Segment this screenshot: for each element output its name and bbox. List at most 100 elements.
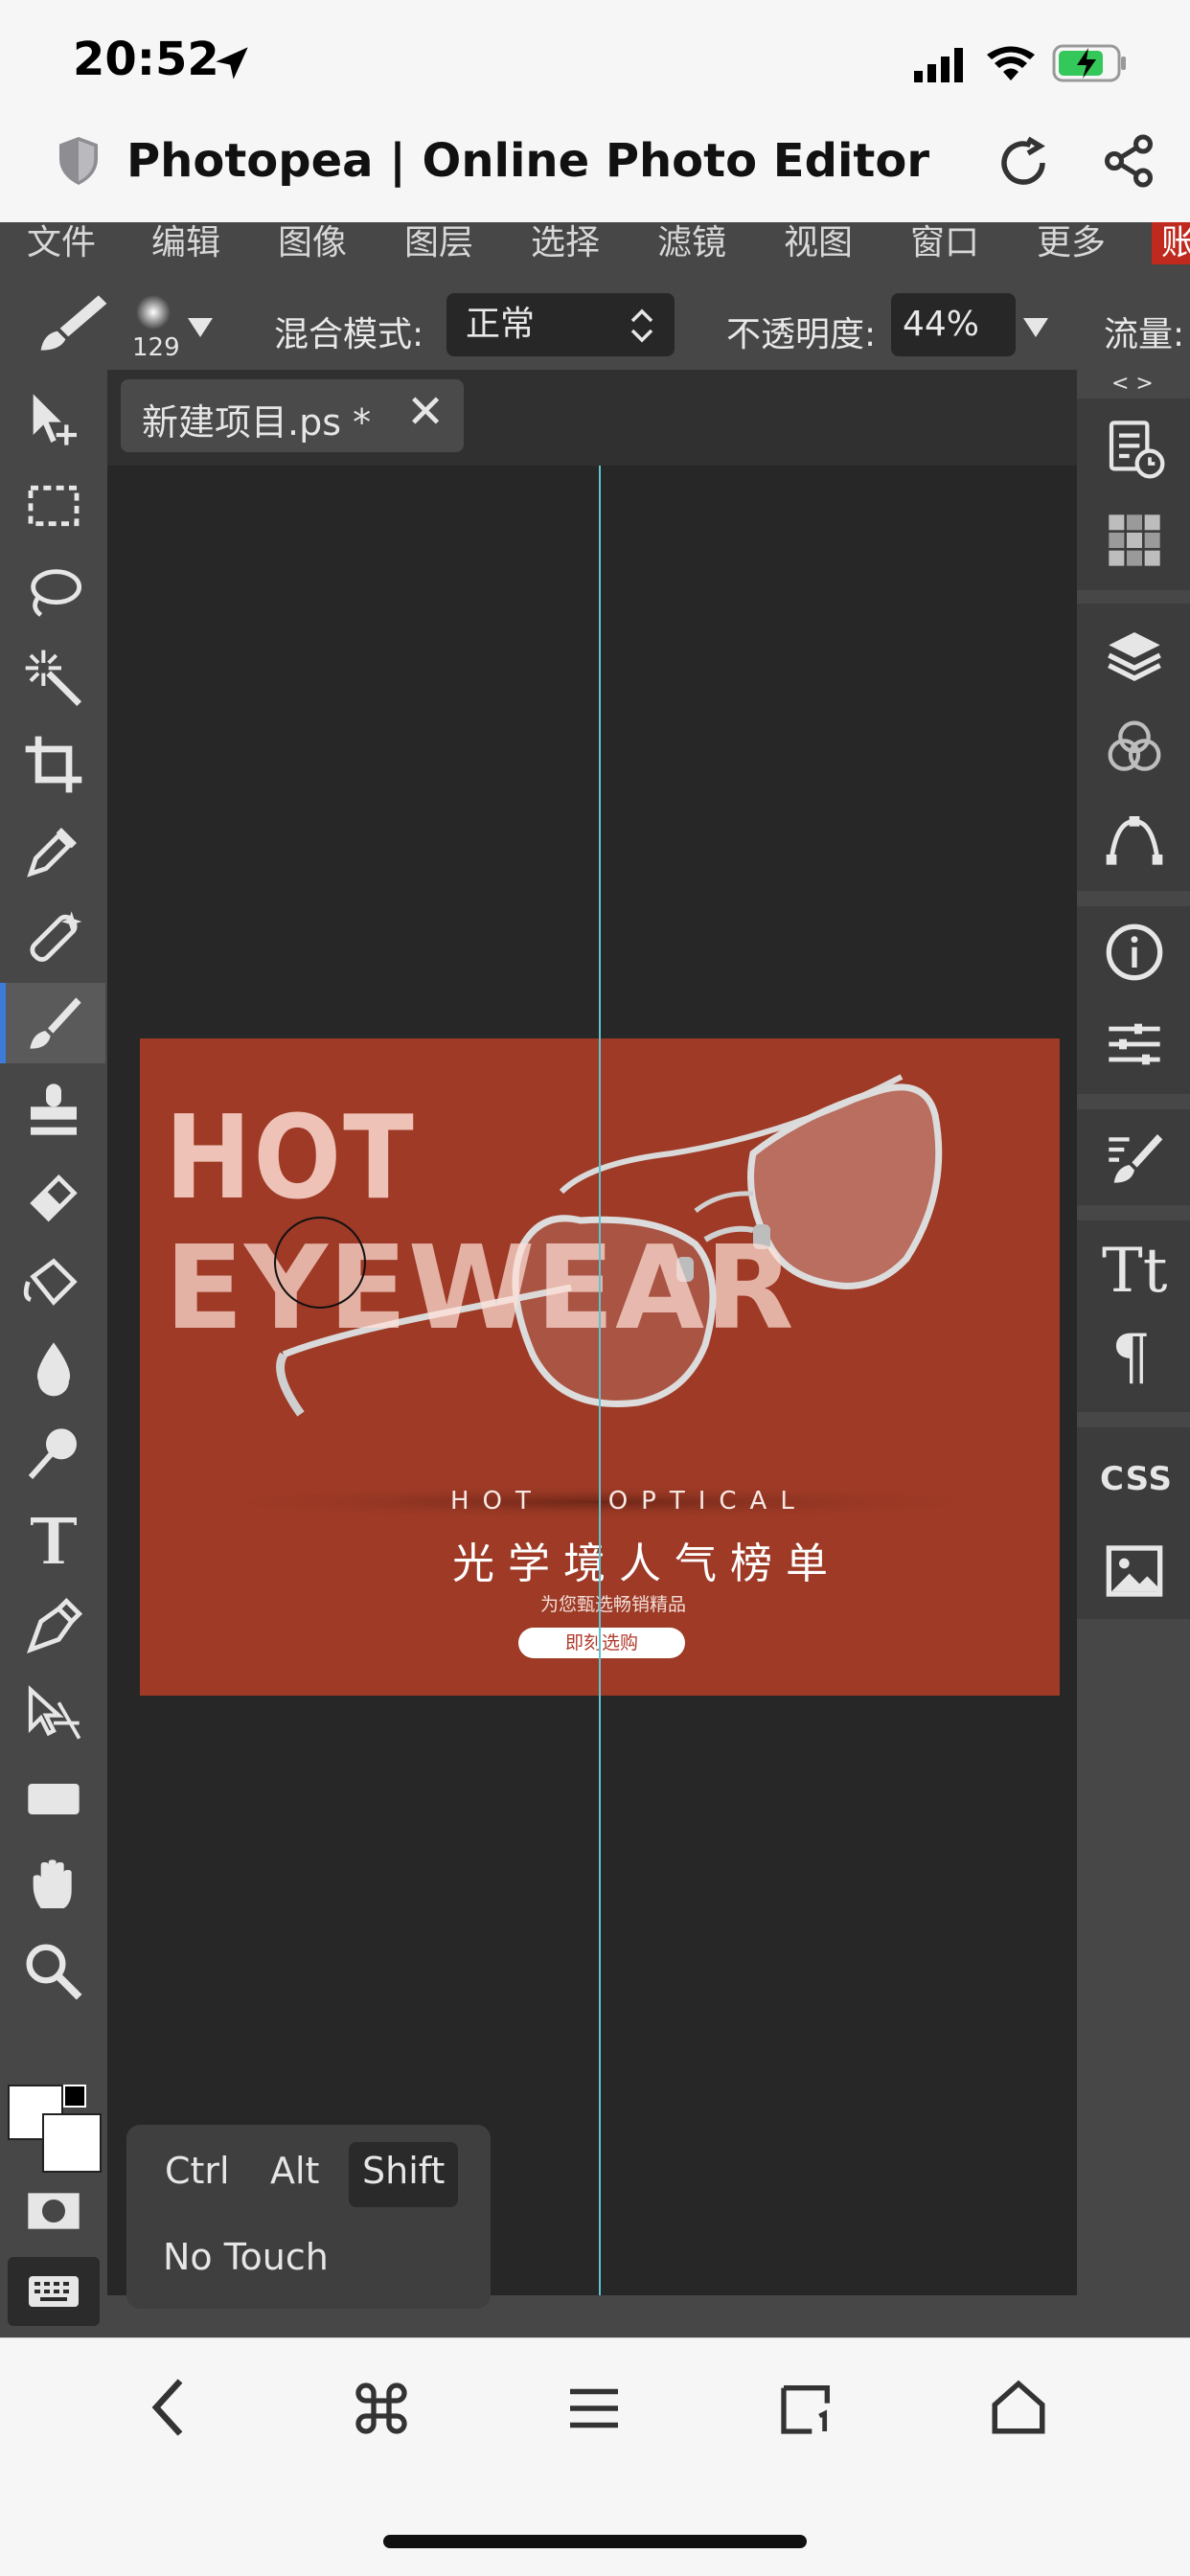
channels-icon[interactable] [1104, 717, 1165, 778]
css-panel-button[interactable]: CSS [1100, 1460, 1173, 1498]
pen-tool[interactable] [8, 1586, 100, 1667]
opacity-chevron-down-icon[interactable] [1021, 316, 1050, 339]
history-icon[interactable] [1104, 418, 1165, 479]
info-icon[interactable] [1104, 922, 1165, 983]
dodge-tool[interactable] [8, 1414, 100, 1494]
image-icon[interactable] [1104, 1540, 1165, 1602]
blend-mode-label: 混合模式: [274, 315, 424, 354]
lasso-tool[interactable] [8, 552, 100, 632]
shift-key-button[interactable]: Shift [362, 2150, 445, 2192]
back-chevron-icon[interactable] [142, 2374, 199, 2441]
menu-layer[interactable]: 图层 [404, 222, 473, 264]
brush-size: 129 [132, 333, 180, 362]
alt-key-button[interactable]: Alt [270, 2150, 319, 2192]
bandage-icon [30, 911, 82, 962]
no-touch-button[interactable]: No Touch [163, 2236, 329, 2278]
chevron-down-icon[interactable] [186, 316, 215, 339]
home-icon[interactable] [987, 2376, 1050, 2439]
blur-tool[interactable] [8, 1328, 100, 1408]
up-down-chevron-icon [630, 308, 653, 343]
canvas-headline-line2: EYEWEAR [165, 1222, 795, 1356]
opacity-field[interactable]: 44% [891, 293, 1016, 356]
flow-label: 流量: [1104, 315, 1185, 354]
canvas-tagline: 为您甄选畅销精品 [540, 1594, 687, 1615]
tabs-icon[interactable] [776, 2378, 837, 2439]
tool-options-bar: 129 混合模式: 正常 不透明度: 44% 流量: [0, 264, 1190, 370]
menu-bar: 文件 编辑 图像 图层 选择 滤镜 视图 窗口 更多 账 [0, 222, 1190, 264]
text-t-icon [31, 1517, 77, 1563]
eyedropper-tool[interactable] [8, 810, 100, 891]
shield-icon [59, 137, 98, 185]
paint-bucket-icon [23, 1258, 78, 1306]
menu-edit[interactable]: 编辑 [151, 222, 220, 264]
paragraph-icon[interactable]: ¶ [1111, 1322, 1151, 1393]
menu-view[interactable]: 视图 [784, 222, 853, 264]
crop-tool[interactable] [8, 724, 100, 805]
character-icon[interactable]: Tt [1102, 1236, 1167, 1307]
canvas-subtitle-english: HOT OPTICAL [450, 1487, 808, 1516]
move-tool[interactable] [8, 379, 100, 460]
magic-wand-tool[interactable] [8, 638, 100, 718]
paint-bucket-tool[interactable] [8, 1242, 100, 1322]
crop-icon [25, 736, 82, 793]
document-tab-filename: 新建项目.ps [142, 401, 341, 444]
opacity-label: 不透明度: [726, 315, 877, 354]
type-tool[interactable] [8, 1500, 100, 1581]
default-colors-icon[interactable] [63, 2085, 86, 2108]
properties-sliders-icon[interactable] [1104, 1014, 1165, 1075]
water-drop-icon [36, 1342, 71, 1397]
quick-mask-icon [28, 2193, 80, 2229]
wifi-icon [987, 46, 1035, 80]
zoom-tool[interactable] [8, 1931, 100, 2012]
eyedropper-icon [27, 828, 77, 878]
panel-collapse-toggle[interactable]: < > [1111, 372, 1154, 396]
close-icon[interactable]: ✕ [406, 385, 445, 439]
swatches-icon[interactable] [1104, 510, 1165, 571]
healing-brush-tool[interactable] [8, 897, 100, 977]
hand-icon [33, 1859, 72, 1908]
share-icon[interactable] [1100, 132, 1157, 190]
hand-tool[interactable] [8, 1845, 100, 1926]
magnifier-icon [26, 1944, 82, 2000]
marquee-tool[interactable] [8, 466, 100, 546]
ctrl-key-button[interactable]: Ctrl [165, 2150, 230, 2192]
menu-select[interactable]: 选择 [531, 222, 600, 264]
menu-account[interactable]: 账 [1152, 222, 1190, 264]
brush-tool-icon[interactable] [33, 289, 115, 356]
keyboard-button[interactable] [8, 2257, 100, 2326]
dodge-icon [28, 1428, 77, 1479]
background-color-swatch[interactable] [42, 2113, 102, 2173]
paths-icon[interactable] [1104, 809, 1165, 870]
home-indicator[interactable] [383, 2535, 807, 2548]
brush-settings-icon[interactable] [1104, 1127, 1165, 1188]
quick-mask-button[interactable] [8, 2171, 100, 2251]
pen-nib-icon [26, 1597, 83, 1654]
menu-more[interactable]: 更多 [1037, 222, 1106, 264]
brush-cursor [274, 1217, 366, 1309]
rectangle-icon [28, 1784, 80, 1814]
menu-window[interactable]: 窗口 [910, 222, 979, 264]
layers-icon[interactable] [1104, 625, 1165, 686]
move-arrow-icon [33, 394, 77, 445]
signal-icon [914, 48, 963, 82]
status-time: 20:52 [73, 33, 219, 86]
canvas-subtitle-chinese: 光学境人气榜单 [452, 1539, 841, 1588]
reload-icon[interactable] [995, 134, 1052, 192]
command-icon[interactable] [351, 2378, 412, 2439]
menu-file[interactable]: 文件 [27, 222, 96, 264]
menu-image[interactable]: 图像 [278, 222, 347, 264]
menu-lines-icon[interactable] [565, 2380, 623, 2437]
vertical-guide[interactable] [599, 466, 601, 2295]
direct-select-icon [28, 1685, 81, 1740]
direct-select-tool[interactable] [8, 1673, 100, 1753]
eraser-icon [30, 1174, 78, 1222]
brush-preset-icon[interactable] [134, 293, 172, 331]
battery-charging-icon [1052, 44, 1126, 82]
document-tab-label: 新建项目.ps * [142, 393, 371, 445]
menu-filter[interactable]: 滤镜 [657, 222, 726, 264]
rectangle-tool[interactable] [8, 1759, 100, 1839]
brush-tool[interactable] [0, 983, 105, 1063]
stamp-tool[interactable] [8, 1069, 100, 1150]
blend-mode-value: 正常 [466, 305, 536, 344]
eraser-tool[interactable] [8, 1155, 100, 1236]
